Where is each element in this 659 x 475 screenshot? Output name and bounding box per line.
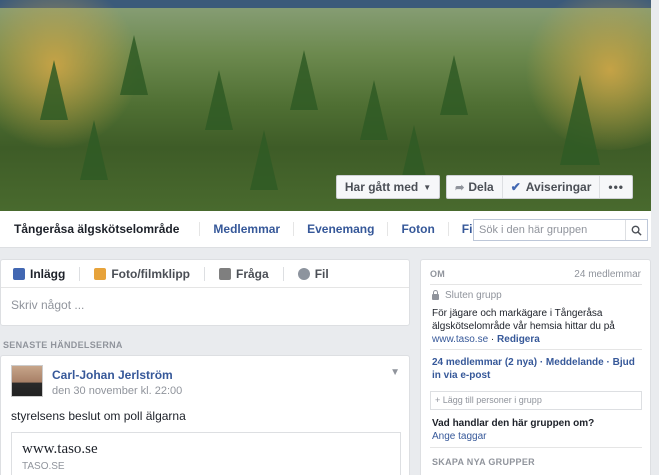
share-label: Dela — [468, 180, 494, 194]
post-timestamp[interactable]: den 30 november kl. 22:00 — [52, 385, 182, 397]
tags-question: Vad handlar den här gruppen om? — [432, 418, 595, 429]
group-tab-bar: Tångeråsa älgskötselområde Medlemmar Eve… — [0, 211, 651, 248]
tab-members[interactable]: Medlemmar — [199, 222, 293, 236]
cover-tree — [560, 75, 600, 165]
divider — [430, 284, 642, 285]
file-icon — [297, 267, 310, 280]
add-tags-link[interactable]: Ange taggar — [432, 431, 487, 442]
cover-button-group: ➦ Dela ✔ Aviseringar ••• — [446, 175, 633, 199]
composer-tab-photo-label: Foto/filmklipp — [111, 266, 190, 281]
cover-light — [0, 0, 140, 150]
more-button[interactable]: ••• — [600, 176, 632, 198]
recent-activity-label: SENASTE HÄNDELSERNA — [3, 340, 123, 350]
photo-icon — [94, 267, 107, 280]
cover-tree — [120, 35, 148, 95]
feed-post: Carl-Johan Jerlström den 30 november kl.… — [0, 355, 410, 475]
group-search — [473, 219, 648, 241]
composer-tab-photo[interactable]: Foto/filmklipp — [94, 267, 190, 281]
about-member-count[interactable]: 24 medlemmar — [574, 269, 641, 280]
search-icon — [631, 225, 642, 236]
check-icon: ✔ — [510, 180, 521, 194]
notifications-label: Aviseringar — [525, 180, 592, 194]
divider — [430, 349, 642, 350]
composer-tab-question[interactable]: Fråga — [219, 267, 269, 281]
privacy-status: Sluten grupp — [432, 289, 502, 301]
about-heading: OM — [430, 269, 446, 279]
cover-tree — [250, 130, 278, 190]
group-description: För jägare och markägare i Tångeråsa älg… — [432, 308, 615, 345]
post-author[interactable]: Carl-Johan Jerlström — [52, 368, 173, 382]
lock-icon — [432, 289, 439, 300]
divider — [79, 266, 81, 281]
divider — [204, 266, 205, 281]
add-people-input[interactable]: + Lägg till personer i grupp — [430, 391, 642, 410]
post-composer: Inlägg Foto/filmklipp Fråga Fil Skriv nå… — [0, 259, 410, 326]
description-link[interactable]: www.taso.se — [432, 334, 488, 345]
chevron-down-icon: ▼ — [423, 182, 432, 192]
share-arrow-icon: ➦ — [455, 181, 465, 194]
notifications-button[interactable]: ✔ Aviseringar — [503, 176, 601, 198]
composer-input[interactable]: Skriv något ... — [1, 288, 409, 322]
members-actions[interactable]: 24 medlemmar (2 nya) · Meddelande · Bjud… — [432, 356, 644, 382]
cover-photo[interactable]: Har gått med ▼ ➦ Dela ✔ Aviseringar ••• — [0, 0, 651, 211]
composer-tab-file-label: Fil — [314, 266, 329, 281]
question-list-icon — [219, 267, 231, 280]
about-panel: OM 24 medlemmar Sluten grupp För jägare … — [420, 259, 651, 475]
more-dots-icon: ••• — [608, 180, 624, 194]
share-button[interactable]: ➦ Dela — [447, 176, 503, 198]
cover-tree — [440, 55, 468, 115]
cover-tree — [80, 120, 108, 180]
avatar[interactable] — [11, 365, 43, 397]
post-options-chevron-icon[interactable]: ▼ — [390, 367, 400, 378]
pencil-icon — [13, 267, 25, 280]
joined-label: Har gått med — [344, 180, 419, 194]
composer-tab-post[interactable]: Inlägg — [13, 267, 65, 281]
cover-tree — [290, 50, 318, 110]
joined-button[interactable]: Har gått med ▼ — [335, 175, 441, 199]
cover-tree — [205, 70, 233, 130]
composer-tabs: Inlägg Foto/filmklipp Fråga Fil — [1, 260, 409, 288]
composer-tab-question-label: Fråga — [236, 266, 269, 281]
composer-tab-file[interactable]: Fil — [297, 266, 329, 281]
link-preview-domain: TASO.SE — [22, 461, 65, 472]
search-button[interactable] — [625, 220, 647, 240]
cover-tree — [360, 80, 388, 140]
tab-photos[interactable]: Foton — [387, 222, 447, 236]
group-name-tab[interactable]: Tångeråsa älgskötselområde — [0, 222, 199, 236]
description-text: För jägare och markägare i Tångeråsa älg… — [432, 308, 615, 332]
privacy-label: Sluten grupp — [445, 290, 502, 301]
divider — [282, 266, 284, 281]
create-groups-heading: SKAPA NYA GRUPPER — [432, 457, 535, 467]
cover-actions: Har gått med ▼ ➦ Dela ✔ Aviseringar ••• — [335, 175, 633, 199]
link-preview[interactable]: www.taso.se TASO.SE — [11, 432, 401, 475]
group-search-input[interactable] — [474, 220, 625, 240]
cover-tree — [40, 60, 68, 120]
post-text: styrelsens beslut om poll älgarna — [11, 409, 186, 423]
tab-events[interactable]: Evenemang — [293, 222, 387, 236]
link-preview-title: www.taso.se — [22, 441, 98, 457]
edit-description-link[interactable]: Redigera — [497, 334, 540, 345]
composer-tab-post-label: Inlägg — [30, 266, 66, 281]
divider — [430, 447, 642, 448]
